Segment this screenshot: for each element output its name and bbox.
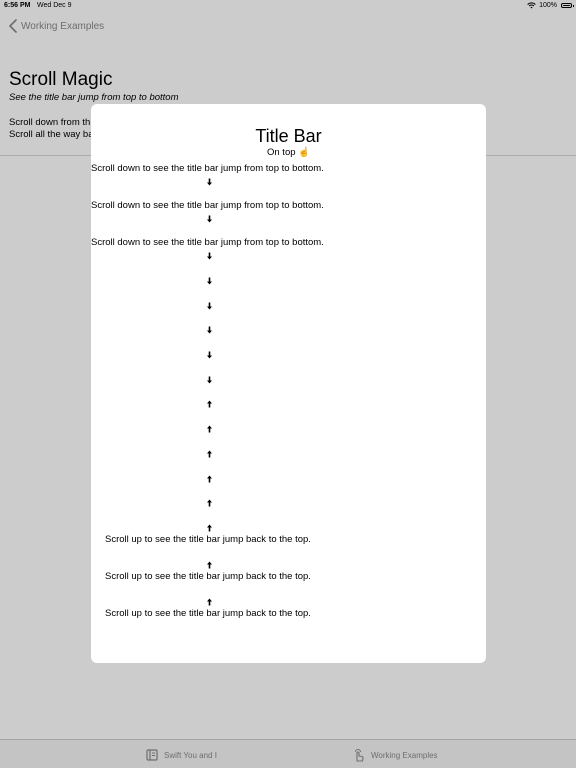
sheet-subtitle: On top ☝️ <box>267 147 310 158</box>
modal-sheet: Title Bar On top ☝️ Scroll down to see t… <box>91 104 486 663</box>
scroll-down-text: Scroll down to see the title bar jump fr… <box>91 237 324 248</box>
arrow-down-icon <box>207 178 212 186</box>
scroll-up-text: Scroll up to see the title bar jump back… <box>105 534 311 545</box>
arrow-up-icon <box>207 425 212 433</box>
arrow-down-icon <box>207 252 212 260</box>
scroll-up-text: Scroll up to see the title bar jump back… <box>105 571 311 582</box>
arrow-up-icon <box>207 561 212 569</box>
sheet-title: Title Bar <box>255 126 322 146</box>
scroll-down-text: Scroll down to see the title bar jump fr… <box>91 163 324 174</box>
arrow-up-icon <box>207 524 212 532</box>
arrow-down-icon <box>207 302 212 310</box>
arrow-down-icon <box>207 351 212 359</box>
arrow-up-icon <box>207 598 212 606</box>
arrow-down-icon <box>207 376 212 384</box>
scroll-up-text: Scroll up to see the title bar jump back… <box>105 608 311 619</box>
arrow-down-icon <box>207 277 212 285</box>
arrow-up-icon <box>207 450 212 458</box>
scroll-down-text: Scroll down to see the title bar jump fr… <box>91 200 324 211</box>
arrow-down-icon <box>207 326 212 334</box>
arrow-up-icon <box>207 499 212 507</box>
arrow-down-icon <box>207 215 212 223</box>
arrow-up-icon <box>207 475 212 483</box>
arrow-up-icon <box>207 400 212 408</box>
